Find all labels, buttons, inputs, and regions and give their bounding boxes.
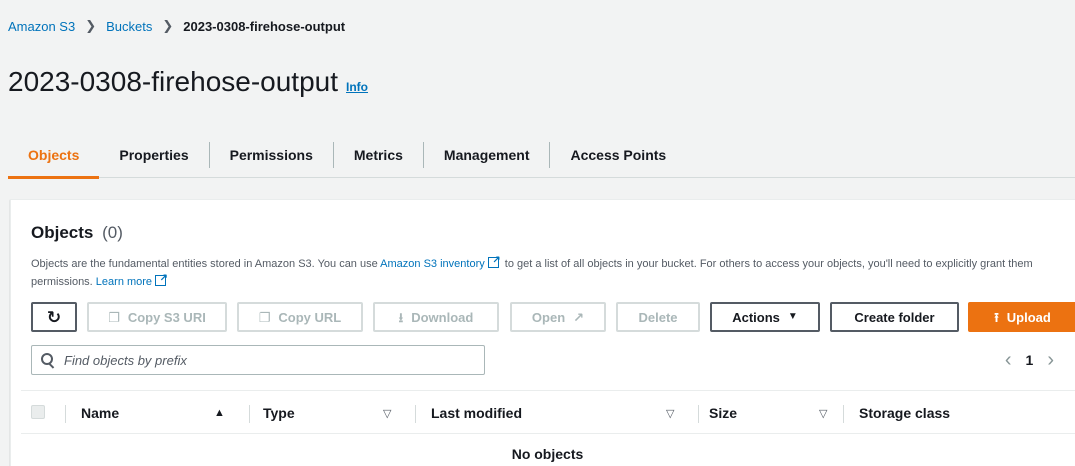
column-storage-class[interactable]: Storage class [859, 391, 1039, 435]
next-page-icon[interactable]: › [1047, 350, 1054, 370]
column-size-label: Size [709, 405, 738, 421]
download-icon: ⭳ [398, 309, 404, 325]
external-link-icon: ↗ [573, 309, 585, 325]
column-divider [415, 405, 416, 423]
actions-label: Actions [732, 309, 780, 325]
refresh-button[interactable]: ↻ [31, 302, 77, 332]
sort-icon[interactable]: ▽ [383, 407, 391, 420]
external-link-icon[interactable] [155, 270, 168, 288]
tab-bar: Objects Properties Permissions Metrics M… [8, 132, 1075, 179]
column-name[interactable]: Name ▲ [81, 391, 249, 435]
objects-toolbar: ↻ ❐ Copy S3 URI ❐ Copy URL ⭳ Download Op… [31, 302, 1075, 332]
tab-objects[interactable]: Objects [8, 132, 100, 179]
description-text: Objects are the fundamental entities sto… [31, 258, 381, 270]
upload-button[interactable]: ⭱ Upload [968, 302, 1075, 332]
current-page[interactable]: 1 [1026, 352, 1034, 368]
copy-icon: ❐ [258, 309, 271, 325]
open-button[interactable]: Open ↗ [510, 302, 606, 332]
sort-icon[interactable]: ▽ [819, 407, 827, 420]
sort-ascending-icon[interactable]: ▲ [214, 407, 225, 419]
breadcrumb-current: 2023-0308-firehose-output [183, 18, 346, 34]
create-folder-label: Create folder [854, 309, 935, 325]
copy-s3-uri-button[interactable]: ❐ Copy S3 URI [87, 302, 227, 332]
search-icon [40, 352, 56, 368]
chevron-right-icon: ❯ [162, 18, 174, 33]
column-divider [249, 405, 250, 423]
objects-count: (0) [102, 223, 123, 242]
column-type-label: Type [263, 405, 295, 421]
column-name-label: Name [81, 405, 120, 421]
tab-management[interactable]: Management [424, 132, 550, 178]
tab-permissions[interactable]: Permissions [210, 132, 333, 178]
empty-state-message: No objects [511, 446, 584, 462]
select-all-checkbox[interactable] [31, 405, 45, 419]
tab-properties[interactable]: Properties [99, 132, 208, 178]
column-size[interactable]: Size ▽ [709, 391, 839, 435]
column-type[interactable]: Type ▽ [263, 391, 413, 435]
copy-url-button[interactable]: ❐ Copy URL [237, 302, 363, 332]
copy-s3-uri-label: Copy S3 URI [127, 309, 206, 325]
objects-description: Objects are the fundamental entities sto… [31, 252, 1075, 291]
download-button[interactable]: ⭳ Download [373, 302, 499, 332]
previous-page-icon[interactable]: ‹ [1005, 350, 1012, 370]
upload-label: Upload [1006, 309, 1051, 325]
upload-icon: ⭱ [994, 309, 999, 325]
page-title: 2023-0308-firehose-output [8, 66, 339, 97]
info-link[interactable]: Info [346, 80, 368, 94]
objects-title: Objects [31, 223, 94, 242]
objects-header: Objects (0) [31, 223, 123, 243]
breadcrumb: Amazon S3 ❯ Buckets ❯ 2023-0308-firehose… [8, 18, 345, 34]
delete-label: Delete [638, 309, 678, 325]
refresh-icon: ↻ [46, 307, 62, 327]
open-label: Open [531, 309, 566, 325]
table-header: Name ▲ Type ▽ Last modified ▽ Size ▽ Sto… [21, 390, 1075, 434]
actions-dropdown[interactable]: Actions ▼ [710, 302, 820, 332]
delete-button[interactable]: Delete [616, 302, 700, 332]
copy-url-label: Copy URL [278, 309, 342, 325]
column-divider [843, 405, 844, 423]
inventory-link[interactable]: Amazon S3 inventory [380, 258, 485, 270]
breadcrumb-amazon-s3[interactable]: Amazon S3 [8, 19, 75, 34]
column-divider [65, 405, 66, 423]
objects-panel: Objects (0) Objects are the fundamental … [10, 199, 1075, 466]
page-title-container: 2023-0308-firehose-output Info [8, 66, 368, 98]
tab-metrics[interactable]: Metrics [334, 132, 423, 178]
learn-more-link[interactable]: Learn more [96, 276, 152, 288]
caret-down-icon: ▼ [787, 311, 798, 322]
search-box [31, 345, 485, 375]
tab-access-points[interactable]: Access Points [550, 132, 686, 178]
download-label: Download [411, 309, 474, 325]
column-last-modified-label: Last modified [431, 405, 523, 421]
column-last-modified[interactable]: Last modified ▽ [431, 391, 696, 435]
breadcrumb-buckets[interactable]: Buckets [106, 19, 152, 34]
pagination: ‹ 1 › [1005, 350, 1054, 370]
create-folder-button[interactable]: Create folder [830, 302, 959, 332]
external-link-icon[interactable] [487, 252, 501, 270]
copy-icon: ❐ [108, 309, 120, 325]
column-divider [698, 405, 699, 423]
search-input[interactable] [64, 352, 464, 368]
column-storage-class-label: Storage class [859, 405, 951, 421]
sort-icon[interactable]: ▽ [666, 407, 674, 420]
chevron-right-icon: ❯ [85, 18, 97, 33]
